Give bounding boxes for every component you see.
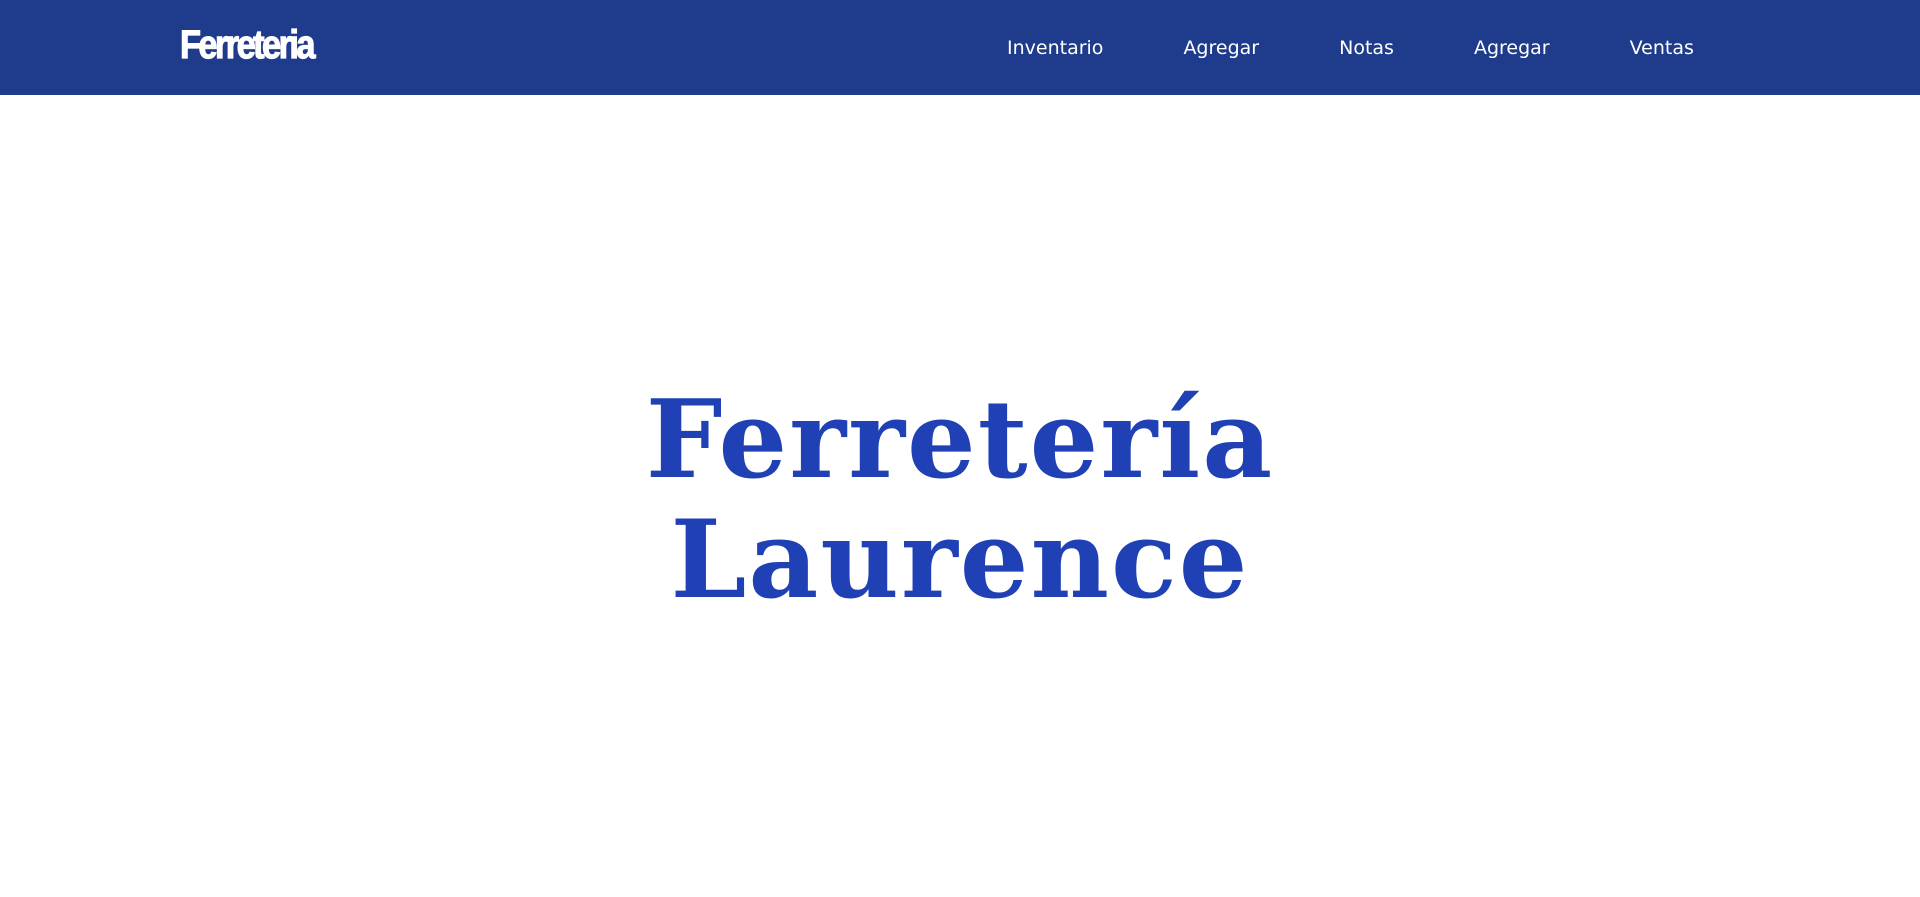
nav-link-ventas[interactable]: Ventas (1630, 37, 1694, 59)
hero-title-line-2: Laurence (670, 497, 1250, 623)
brand-logo[interactable]: Ferreteria (179, 22, 316, 68)
nav-menu: Inventario Agregar Notas Agregar Ventas (1007, 0, 1694, 95)
nav-link-agregar-inventario[interactable]: Agregar (1183, 37, 1259, 59)
top-navbar: Ferreteria Inventario Agregar Notas Agre… (0, 0, 1920, 95)
hero-title-line-1: Ferretería (645, 377, 1275, 503)
nav-link-agregar-notas[interactable]: Agregar (1474, 37, 1550, 59)
hero-title: Ferretería Laurence (0, 380, 1920, 620)
hero-section: Ferretería Laurence (0, 380, 1920, 620)
nav-link-notas[interactable]: Notas (1339, 37, 1394, 59)
nav-link-inventario[interactable]: Inventario (1007, 37, 1103, 59)
